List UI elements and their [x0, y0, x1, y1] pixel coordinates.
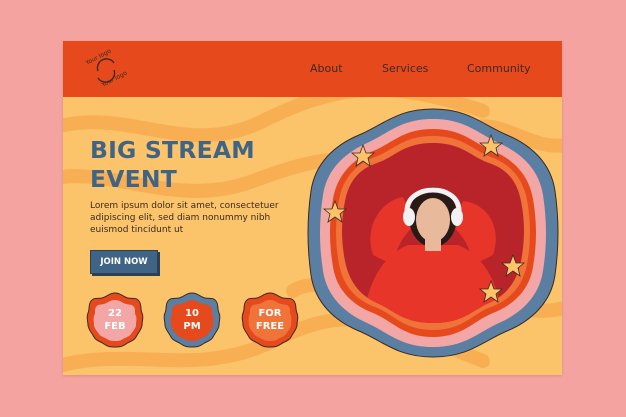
- badge-time-hour: 10: [185, 308, 199, 319]
- join-now-button[interactable]: JOIN NOW: [90, 250, 158, 274]
- price-badge: FOR FREE: [241, 291, 299, 349]
- event-description: Lorem ipsum dolor sit amet, consectetuer…: [90, 201, 279, 235]
- badge-price-line2: FREE: [255, 321, 285, 332]
- hero-image-frame: [303, 105, 562, 361]
- landing-page: Your logo Your logo About Services Commu…: [63, 41, 562, 375]
- date-badge: 22 FEB: [86, 291, 144, 349]
- badge-date-month: FEB: [104, 321, 126, 332]
- event-title: BIG STREAM EVENT: [90, 136, 255, 193]
- nav-about-link[interactable]: About: [310, 62, 343, 75]
- logo-text-bottom: Your logo: [100, 70, 127, 90]
- time-badge: 10 PM: [163, 291, 221, 349]
- badge-price-line1: FOR: [258, 308, 282, 319]
- badge-time-period: PM: [183, 321, 201, 332]
- nav-services-link[interactable]: Services: [382, 62, 428, 75]
- logo[interactable]: Your logo Your logo: [85, 49, 127, 91]
- nav-community-link[interactable]: Community: [467, 62, 531, 75]
- top-navigation-bar: Your logo Your logo About Services Commu…: [63, 41, 562, 97]
- badge-date-day: 22: [108, 308, 122, 319]
